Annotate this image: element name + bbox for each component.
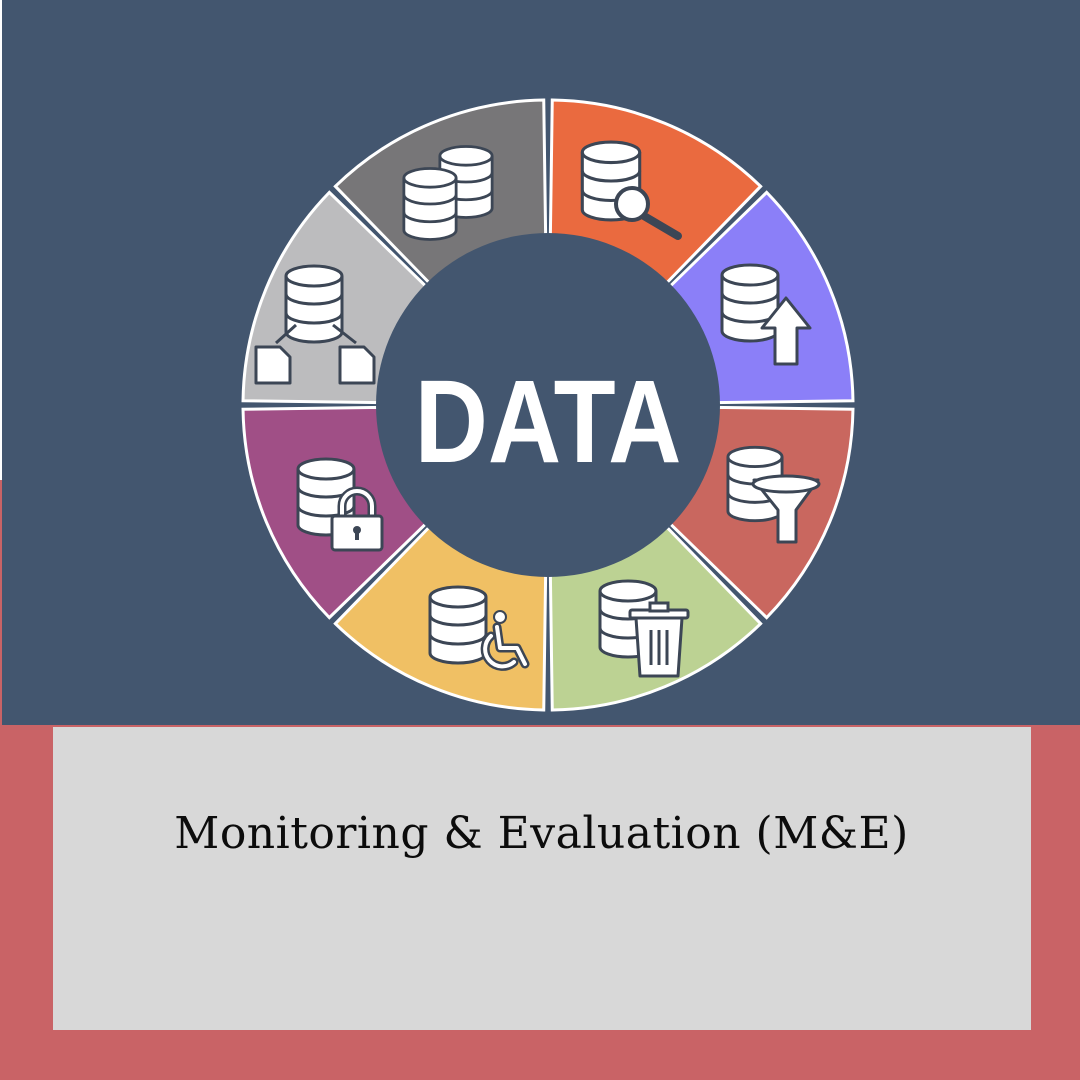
center-label: DATA bbox=[415, 356, 682, 488]
caption-title: Monitoring & Evaluation (M&E) bbox=[174, 808, 909, 859]
data-wheel-diagram: DATA bbox=[241, 98, 855, 712]
caption-box bbox=[53, 727, 1031, 1030]
